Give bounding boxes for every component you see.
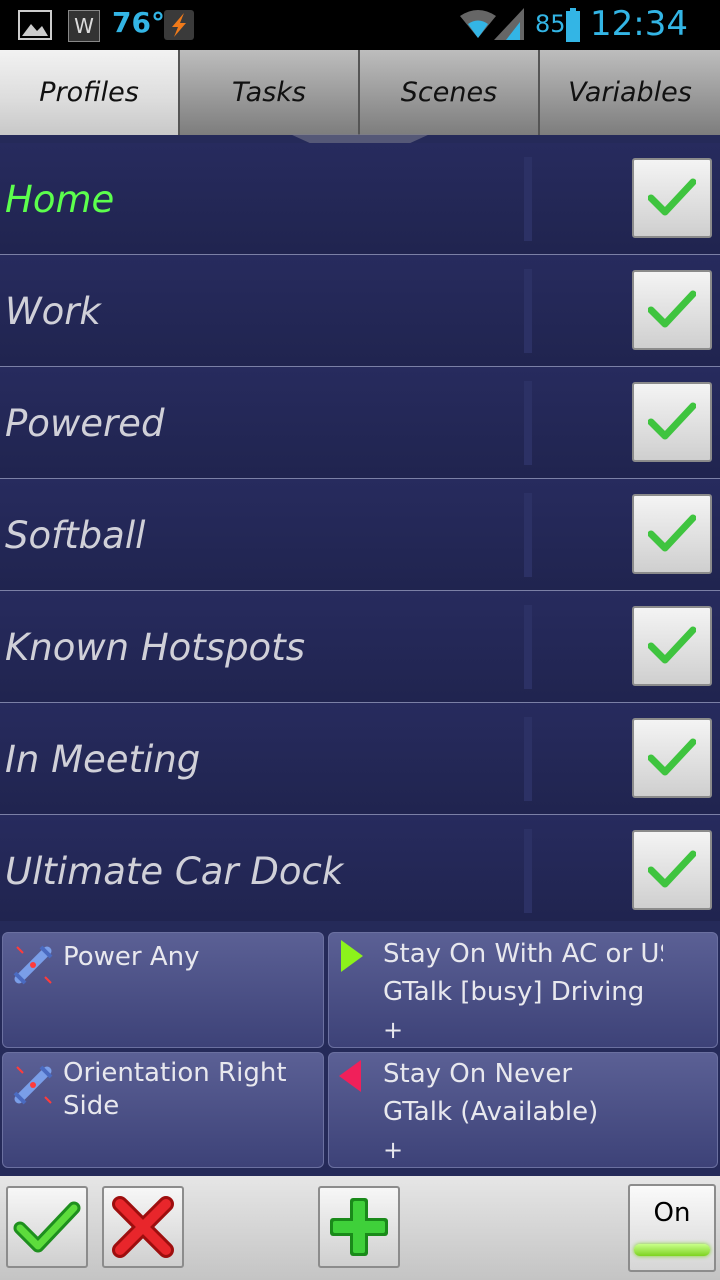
toggle-label: On — [653, 1198, 691, 1228]
profile-enable-checkbox[interactable] — [632, 830, 712, 910]
battery-level: 85 — [535, 10, 566, 38]
battery-icon — [566, 8, 580, 42]
close-icon — [112, 1196, 174, 1258]
cancel-button[interactable] — [102, 1186, 184, 1268]
profile-name: Known Hotspots — [5, 626, 305, 669]
profile-name: Softball — [5, 514, 146, 557]
context-label: Orientation Right Side — [63, 1058, 287, 1121]
profile-row-in-meeting[interactable]: In Meeting — [0, 703, 720, 815]
weather-temp: 76° — [112, 6, 165, 39]
enter-task-add: + — [383, 1016, 404, 1044]
power-plug-icon — [13, 945, 53, 985]
profile-enable-checkbox[interactable] — [632, 494, 712, 574]
exit-task-tile[interactable]: Stay On Never GTalk (Available) + — [328, 1052, 718, 1168]
row-separator — [524, 829, 532, 913]
profile-name: Work — [5, 290, 101, 333]
toggle-indicator — [634, 1244, 710, 1256]
profile-enable-checkbox[interactable] — [632, 158, 712, 238]
plus-icon — [330, 1198, 388, 1256]
exit-task-add: + — [383, 1136, 404, 1164]
signal-icon — [494, 8, 524, 40]
checkmark-icon — [648, 402, 696, 440]
checkmark-icon — [648, 178, 696, 216]
context-power-tile[interactable]: Power Any — [2, 932, 324, 1048]
profile-row-home[interactable]: Home — [0, 143, 720, 255]
enter-task-line2: GTalk [busy] Driving — [383, 977, 645, 1007]
row-separator — [524, 493, 532, 577]
profile-enable-checkbox[interactable] — [632, 270, 712, 350]
checkmark-icon — [648, 514, 696, 552]
enter-arrow-icon — [341, 940, 363, 972]
tab-tasks[interactable]: Tasks — [180, 50, 360, 135]
profile-enable-checkbox[interactable] — [632, 606, 712, 686]
context-label: Power Any — [63, 942, 200, 972]
profile-name: Ultimate Car Dock — [5, 850, 344, 893]
checkmark-icon — [648, 738, 696, 776]
master-on-toggle[interactable]: On — [628, 1184, 716, 1272]
profile-row-ultimate-car-dock[interactable]: Ultimate Car Dock — [0, 815, 720, 921]
exit-task-line2: GTalk (Available) — [383, 1097, 599, 1127]
power-plug-icon — [13, 1065, 53, 1105]
profile-name: Home — [5, 178, 115, 221]
profile-name: Powered — [5, 402, 165, 445]
profile-enable-checkbox[interactable] — [632, 718, 712, 798]
checkmark-icon — [648, 626, 696, 664]
enter-task-tile[interactable]: Stay On With AC or USB GTalk [busy] Driv… — [328, 932, 718, 1048]
profile-row-work[interactable]: Work — [0, 255, 720, 367]
exit-task-line1: Stay On Never — [383, 1059, 573, 1089]
tab-variables[interactable]: Variables — [540, 50, 720, 135]
row-separator — [524, 605, 532, 689]
profile-row-softball[interactable]: Softball — [0, 479, 720, 591]
tab-bar: Profiles Tasks Scenes Variables — [0, 50, 720, 135]
profile-row-known-hotspots[interactable]: Known Hotspots — [0, 591, 720, 703]
row-separator — [524, 717, 532, 801]
exit-arrow-icon — [339, 1060, 361, 1092]
wifi-icon — [460, 10, 496, 38]
bottom-toolbar: On — [0, 1176, 720, 1280]
row-separator — [524, 157, 532, 241]
status-bar: W 76° 85 12:34 AM — [0, 0, 720, 80]
lightning-app-icon — [164, 10, 194, 40]
tab-scenes[interactable]: Scenes — [360, 50, 540, 135]
tab-profiles[interactable]: Profiles — [0, 50, 180, 135]
checkmark-icon — [648, 290, 696, 328]
checkmark-icon — [648, 850, 696, 888]
profile-name: In Meeting — [5, 738, 201, 781]
context-orientation-tile[interactable]: Orientation Right Side — [2, 1052, 324, 1168]
profile-list: Home Work Powered Softball Known Hotspot… — [0, 143, 720, 921]
row-separator — [524, 269, 532, 353]
add-profile-button[interactable] — [318, 1186, 400, 1268]
row-separator — [524, 381, 532, 465]
profile-row-powered[interactable]: Powered — [0, 367, 720, 479]
widget-notification-icon: W — [68, 10, 100, 42]
enter-task-line1: Stay On With AC or USB — [383, 939, 663, 969]
apply-button[interactable] — [6, 1186, 88, 1268]
checkmark-icon — [13, 1201, 81, 1253]
gallery-notification-icon — [18, 10, 52, 40]
profile-enable-checkbox[interactable] — [632, 382, 712, 462]
